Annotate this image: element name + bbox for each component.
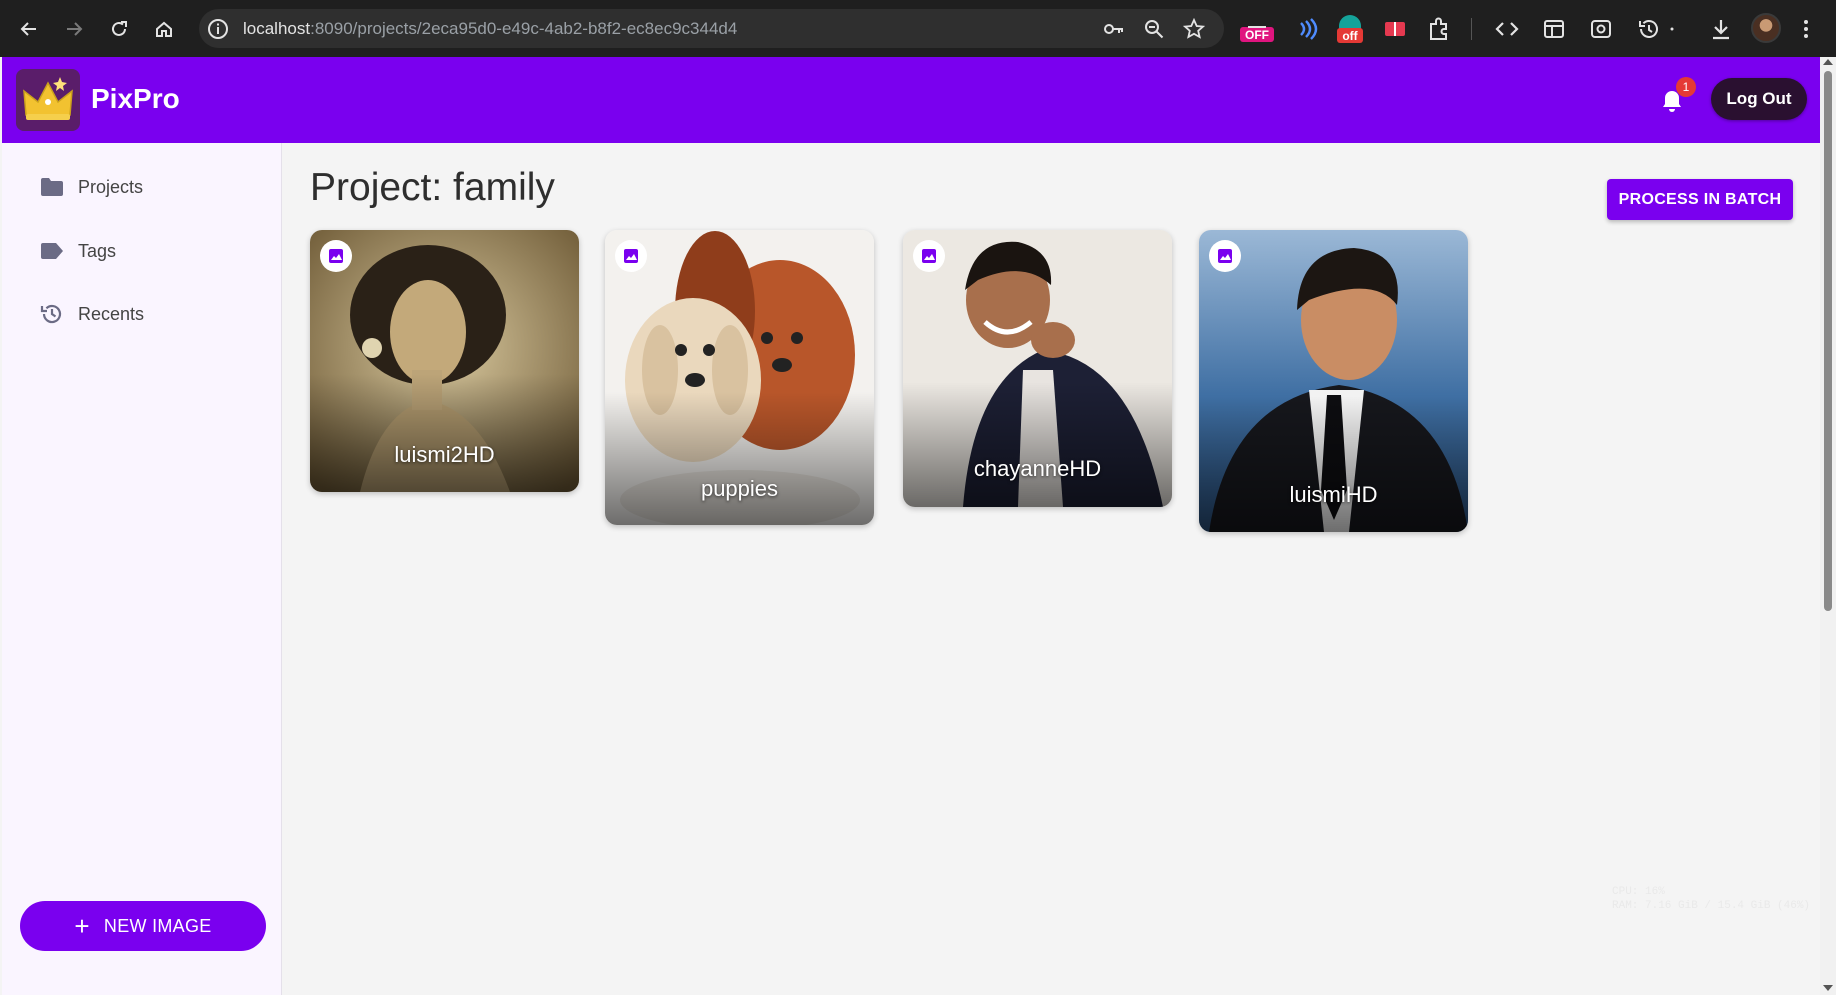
scroll-down-arrow-icon[interactable] — [1823, 985, 1833, 991]
logout-button[interactable]: Log Out — [1711, 78, 1807, 120]
image-card[interactable]: luismiHD — [1199, 230, 1468, 532]
browser-menu-icon[interactable] — [1799, 15, 1813, 43]
sidebar-item-tags[interactable]: Tags — [2, 226, 281, 276]
dot-icon — [1667, 15, 1677, 43]
download-icon[interactable] — [1707, 15, 1735, 43]
sidebar-item-label: Projects — [78, 176, 144, 197]
sidebar-item-recents[interactable]: Recents — [2, 289, 281, 339]
home-icon[interactable] — [149, 14, 179, 44]
zoom-icon[interactable] — [1143, 18, 1165, 40]
card-gradient — [310, 374, 579, 492]
scroll-up-arrow-icon[interactable] — [1823, 59, 1833, 65]
sidebar: Projects Tags Recents + NEW IMAGE — [2, 143, 282, 995]
new-image-button[interactable]: + NEW IMAGE — [20, 901, 266, 951]
side-panel-icon[interactable] — [1540, 15, 1568, 43]
app-logo[interactable] — [16, 69, 80, 131]
folder-icon — [39, 174, 65, 200]
image-name: luismi2HD — [394, 442, 495, 467]
password-key-icon[interactable] — [1103, 18, 1125, 40]
image-name: luismiHD — [1289, 482, 1378, 507]
cpu-readout: CPU: 16% — [1612, 886, 1665, 898]
bookmark-star-icon[interactable] — [1182, 17, 1206, 40]
address-bar[interactable]: localhost:8090/projects/2eca95d0-e49c-4a… — [199, 9, 1224, 48]
sidebar-item-label: Recents — [78, 303, 145, 324]
image-card[interactable]: chayanneHD — [903, 230, 1172, 507]
history-clock-icon[interactable] — [1635, 15, 1663, 43]
image-type-icon — [615, 240, 647, 272]
tag-icon — [39, 238, 65, 264]
extension-off-icon[interactable]: OFF — [1240, 16, 1274, 44]
toolbar-divider — [1471, 18, 1472, 40]
new-image-label: NEW IMAGE — [103, 915, 212, 936]
extension-off-label: OFF — [1240, 27, 1274, 42]
extension-wave-icon[interactable] — [1293, 15, 1321, 43]
profile-avatar[interactable] — [1751, 13, 1781, 43]
history-icon — [39, 301, 65, 327]
plus-icon: + — [74, 911, 90, 941]
url-host: localhost — [243, 19, 311, 38]
image-card[interactable]: luismi2HD — [310, 230, 579, 492]
back-icon[interactable] — [14, 14, 44, 44]
process-in-batch-button[interactable]: PROCESS IN BATCH — [1607, 179, 1793, 220]
browser-toolbar: localhost:8090/projects/2eca95d0-e49c-4a… — [0, 0, 1836, 57]
devtools-code-icon[interactable] — [1493, 15, 1521, 43]
image-name: puppies — [700, 476, 779, 501]
url-text: localhost:8090/projects/2eca95d0-e49c-4a… — [243, 19, 737, 39]
ram-readout: RAM: 7.16 GiB / 15.4 GiB (46%) — [1612, 900, 1811, 912]
notification-count-badge: 1 — [1676, 77, 1696, 97]
app-title: PixPro — [91, 83, 180, 114]
image-type-icon — [913, 240, 945, 272]
extension-off2-icon[interactable]: off — [1335, 15, 1365, 43]
card-gradient — [903, 382, 1172, 507]
page-title: Project: family — [310, 166, 555, 209]
image-card[interactable]: puppies — [605, 230, 874, 525]
image-type-icon — [1209, 240, 1241, 272]
reload-icon[interactable] — [104, 14, 134, 44]
extension-off2-label: off — [1337, 28, 1363, 43]
sidebar-item-label: Tags — [78, 240, 117, 261]
extension-book-icon[interactable] — [1381, 15, 1409, 43]
sidebar-item-projects[interactable]: Projects — [2, 162, 281, 212]
page-scrollbar[interactable] — [1820, 57, 1836, 995]
app-header: PixPro 1 Log Out — [2, 57, 1820, 143]
site-info-icon[interactable] — [207, 18, 229, 40]
card-gradient — [605, 392, 874, 525]
forward-icon[interactable] — [59, 14, 89, 44]
url-path: :8090/projects/2eca95d0-e49c-4ab2-b8f2-e… — [310, 19, 738, 38]
image-name: chayanneHD — [973, 456, 1102, 481]
system-monitor-overlay: CPU: 16% RAM: 7.16 GiB / 15.4 GiB (46%) — [1612, 885, 1810, 913]
extensions-puzzle-icon[interactable] — [1425, 15, 1453, 43]
card-gradient — [1199, 396, 1468, 532]
scroll-thumb[interactable] — [1824, 71, 1832, 611]
screenshot-icon[interactable] — [1587, 15, 1615, 43]
image-type-icon — [320, 240, 352, 272]
